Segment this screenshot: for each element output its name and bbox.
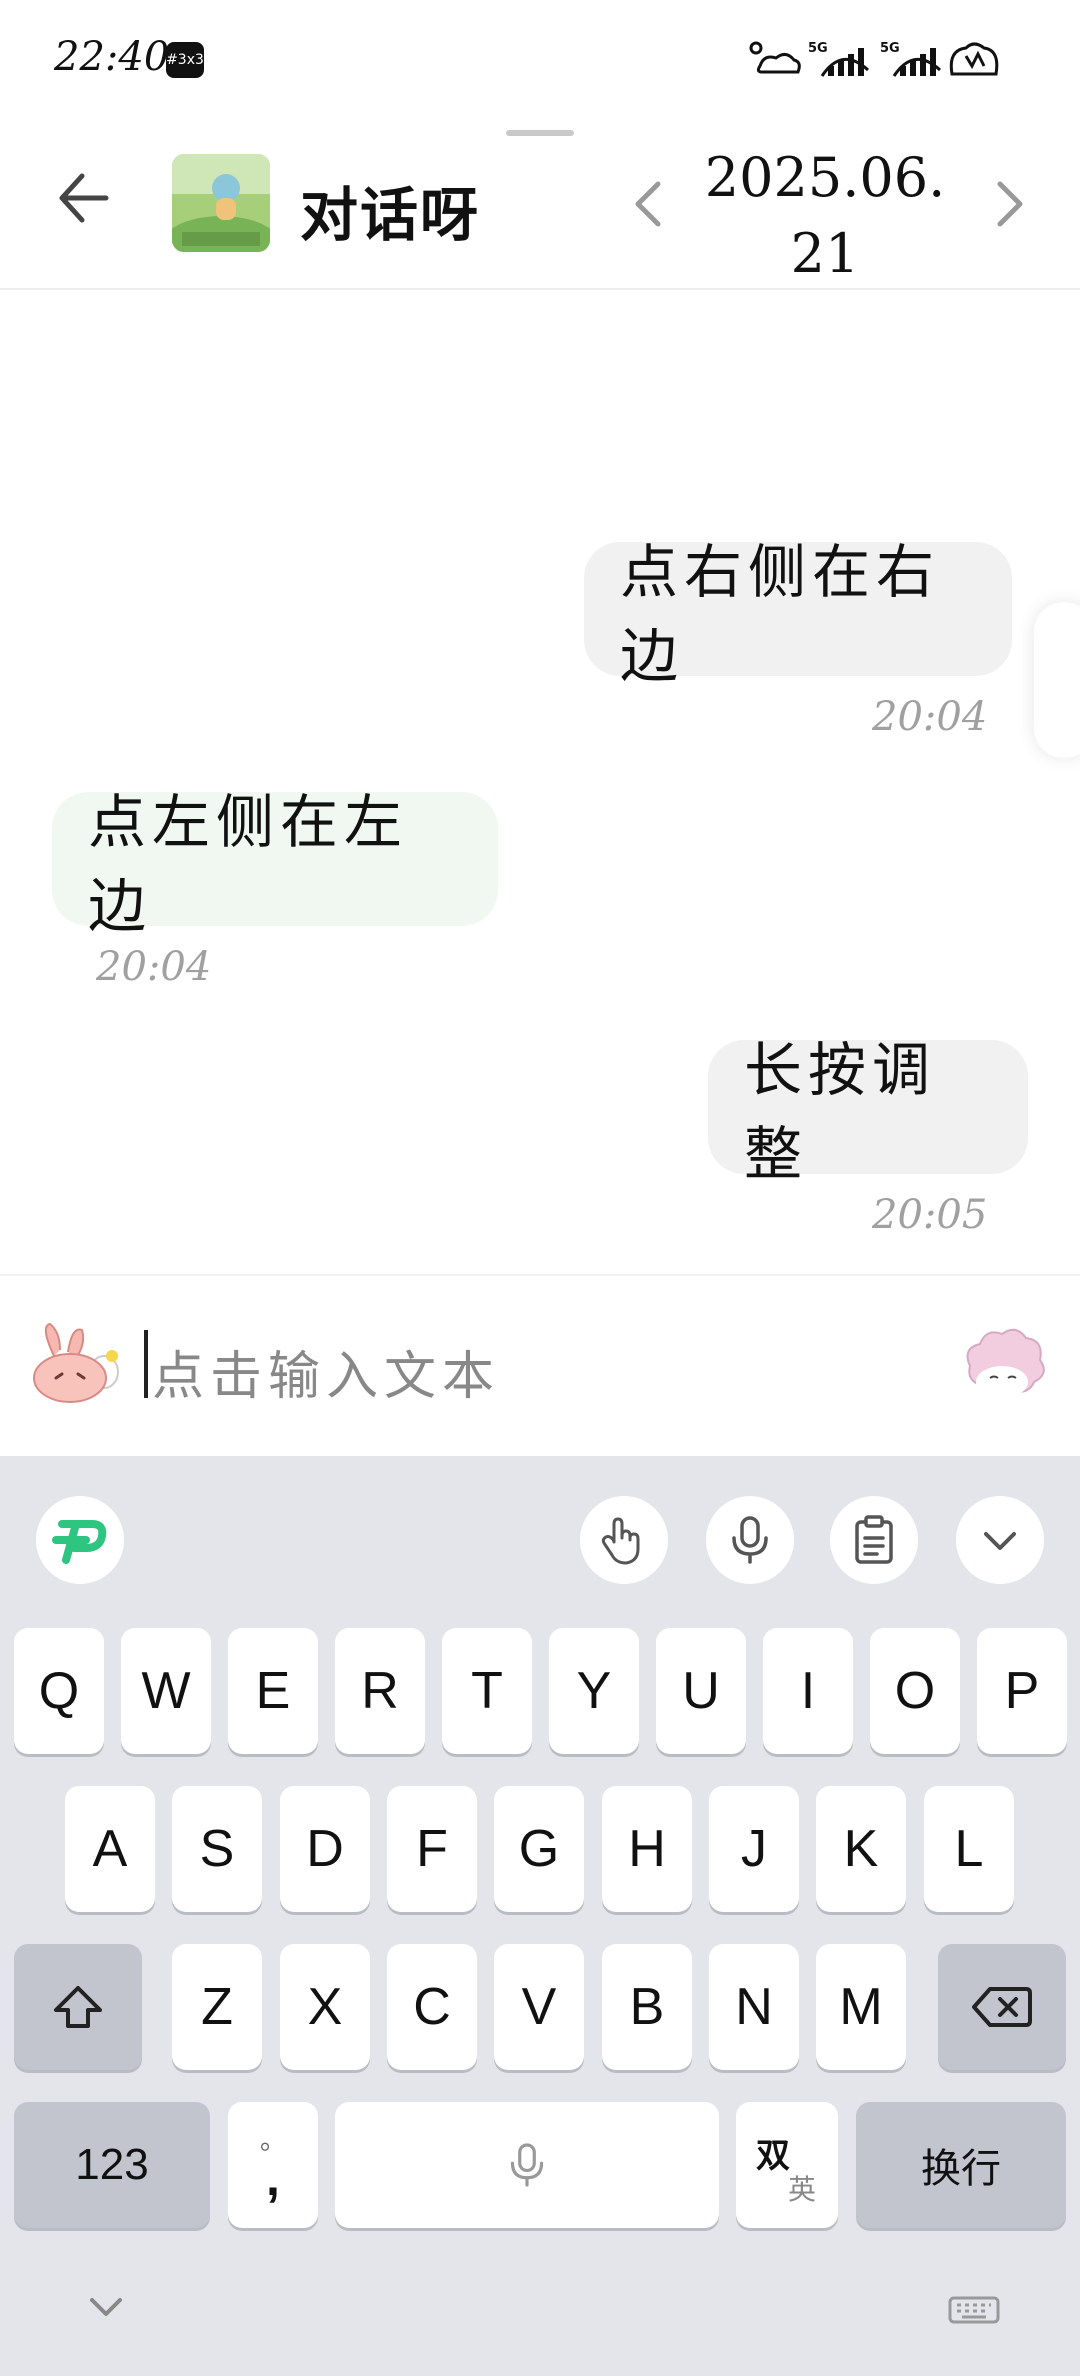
message-bubble-left[interactable]: 点左侧在左边 (52, 788, 498, 940)
key-p[interactable]: P (977, 1628, 1067, 1754)
microphone-icon (732, 1516, 768, 1564)
key-x[interactable]: X (280, 1944, 370, 2070)
key-y[interactable]: Y (549, 1628, 639, 1754)
clipboard-icon (855, 1515, 893, 1564)
key-m[interactable]: M (816, 1944, 906, 2070)
key-n[interactable]: N (709, 1944, 799, 2070)
signal-5g-icon-2: 5G (880, 41, 942, 77)
key-k[interactable]: K (816, 1786, 906, 1912)
clipboard-button[interactable] (830, 1496, 918, 1584)
status-time: 22:40 (54, 34, 170, 80)
key-w[interactable]: W (121, 1628, 211, 1754)
backspace-icon (972, 1987, 1032, 2027)
mic-icon (510, 2143, 544, 2187)
bunny-sticker-icon[interactable] (30, 1322, 122, 1404)
message-timestamp: 20:05 (872, 1192, 988, 1238)
keyboard-icon[interactable] (948, 2296, 1000, 2324)
language-switch-key[interactable]: 双 英 (736, 2102, 838, 2228)
shift-key[interactable] (14, 1944, 142, 2070)
collapse-keyboard-button[interactable] (956, 1496, 1044, 1584)
key-e[interactable]: E (228, 1628, 318, 1754)
avatar[interactable] (172, 154, 270, 252)
svg-text:5G: 5G (880, 41, 900, 56)
message-bubble-right[interactable]: 点右侧在右边 (584, 538, 1012, 690)
message-timestamp: 20:04 (872, 694, 988, 740)
weather-icon (749, 41, 801, 74)
key-g[interactable]: G (494, 1786, 584, 1912)
backspace-key[interactable] (938, 1944, 1066, 2070)
punctuation-key[interactable]: 。 , (228, 2102, 318, 2228)
shift-icon (54, 1986, 102, 2028)
keyboard-bottom-bar (0, 2248, 1080, 2376)
key-h[interactable]: H (602, 1786, 692, 1912)
sheep-sticker-icon[interactable] (956, 1326, 1048, 1406)
svg-text:5G: 5G (808, 41, 828, 56)
signal-5g-icon: 5G (808, 41, 870, 77)
status-badge: #3x3 (166, 42, 204, 78)
lang-bottom-label: 英 (788, 2174, 817, 2205)
key-l[interactable]: L (924, 1786, 1014, 1912)
date-label[interactable]: 2025.06.21 (700, 140, 950, 292)
key-f[interactable]: F (387, 1786, 477, 1912)
keyboard-logo-button[interactable] (36, 1496, 124, 1584)
key-b[interactable]: B (602, 1944, 692, 2070)
space-key[interactable] (335, 2102, 719, 2228)
key-c[interactable]: C (387, 1944, 477, 2070)
key-v[interactable]: V (494, 1944, 584, 2070)
text-cursor (144, 1330, 148, 1398)
numbers-key[interactable]: 123 (14, 2102, 210, 2228)
soft-keyboard (0, 1456, 1080, 2376)
key-i[interactable]: I (763, 1628, 853, 1754)
keyboard-logo-icon (52, 1520, 107, 1564)
lang-top-label: 双 (756, 2137, 790, 2175)
key-s[interactable]: S (172, 1786, 262, 1912)
message-bubble-right[interactable]: 长按调整 (708, 1036, 1028, 1188)
chevron-right-icon[interactable] (990, 176, 1030, 232)
key-t[interactable]: T (442, 1628, 532, 1754)
key-u[interactable]: U (656, 1628, 746, 1754)
chat-title: 对话呀 (300, 181, 481, 249)
battery-icon (949, 42, 999, 76)
message-timestamp: 20:04 (96, 944, 212, 990)
drag-handle[interactable] (506, 130, 574, 136)
key-r[interactable]: R (335, 1628, 425, 1754)
key-z[interactable]: Z (172, 1944, 262, 2070)
hand-gesture-icon (601, 1517, 640, 1565)
chevron-left-icon[interactable] (628, 176, 668, 232)
key-d[interactable]: D (280, 1786, 370, 1912)
message-input[interactable]: 点击输入文本 (152, 1334, 912, 1407)
punct-bottom-label: , (266, 2150, 280, 2206)
key-q[interactable]: Q (14, 1628, 104, 1754)
key-j[interactable]: J (709, 1786, 799, 1912)
key-o[interactable]: O (870, 1628, 960, 1754)
back-button[interactable] (54, 168, 114, 228)
chevron-down-icon-bottom[interactable] (86, 2294, 126, 2322)
voice-input-button[interactable] (706, 1496, 794, 1584)
side-panel-tab[interactable] (1034, 602, 1080, 758)
enter-key[interactable]: 换行 (856, 2102, 1066, 2228)
key-a[interactable]: A (65, 1786, 155, 1912)
chevron-down-icon (984, 1532, 1016, 1550)
gesture-button[interactable] (580, 1496, 668, 1584)
